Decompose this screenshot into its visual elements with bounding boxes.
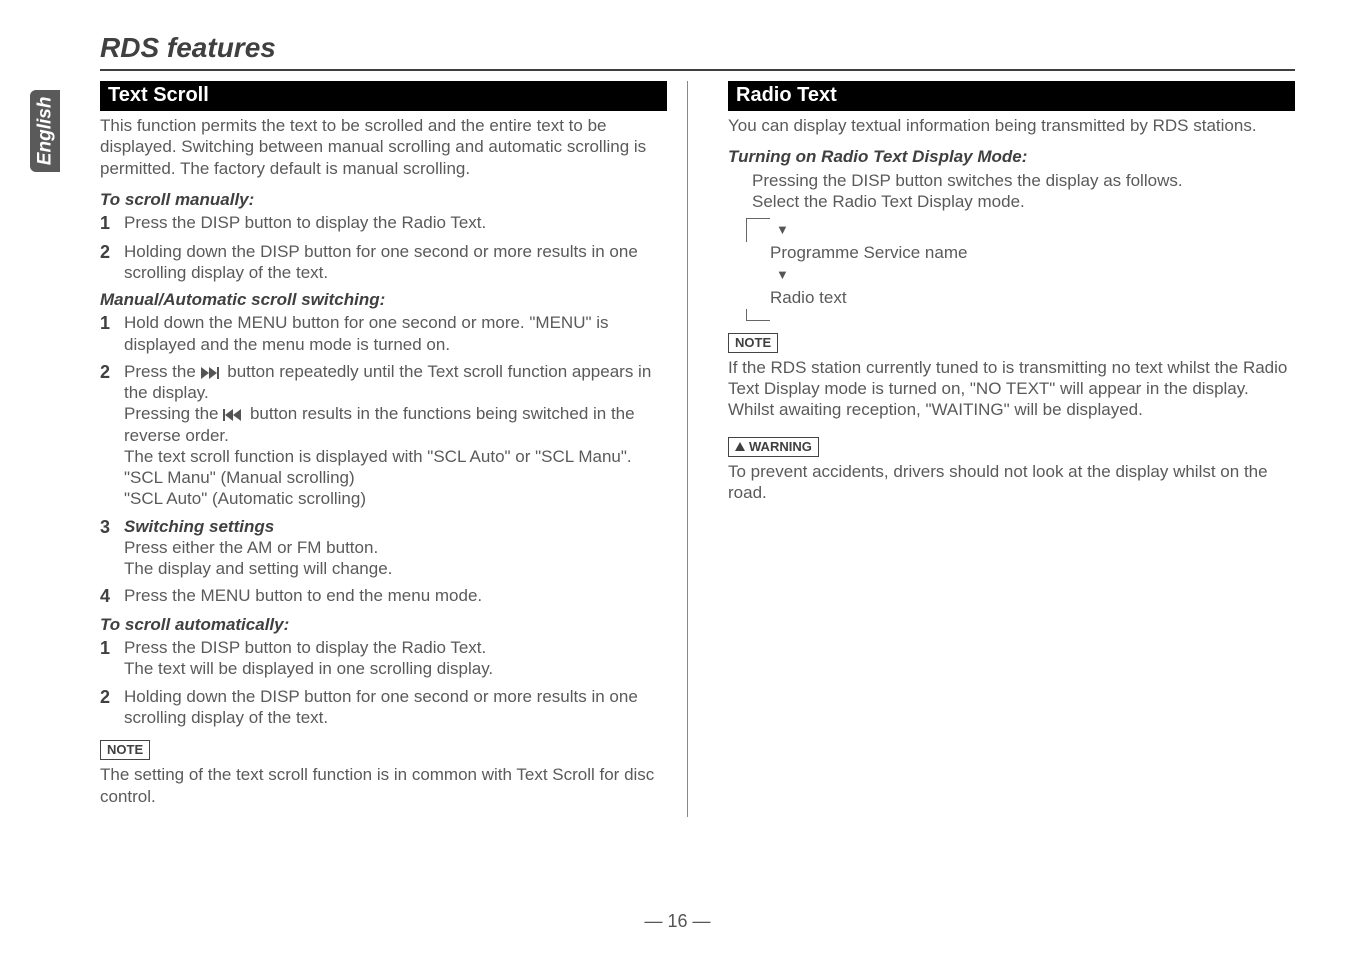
page-number: — 16 —	[0, 910, 1355, 933]
subhead-scroll-manually: To scroll manually:	[100, 189, 667, 210]
step-sm-2: 2 Holding down the DISP button for one s…	[100, 241, 667, 284]
prev-track-icon	[223, 409, 245, 421]
step-subhead: Switching settings	[124, 517, 274, 536]
page-title: RDS features	[100, 30, 1295, 71]
language-tab-text: English	[33, 97, 57, 166]
step-ma-2: 2 Press the button repeatedly until the …	[100, 361, 667, 510]
step-number: 2	[100, 361, 124, 510]
warning-label: WARNING	[728, 437, 819, 457]
text: Pressing the DISP button switches the di…	[752, 170, 1295, 191]
step-body: Press the button repeatedly until the Te…	[124, 361, 667, 510]
arrow-down-icon: ▼	[776, 222, 789, 238]
step-number: 2	[100, 686, 124, 729]
step-number: 4	[100, 585, 124, 608]
step-sm-1: 1 Press the DISP button to display the R…	[100, 212, 667, 235]
step-body: Holding down the DISP button for one sec…	[124, 686, 667, 729]
step-ma-1: 1 Hold down the MENU button for one seco…	[100, 312, 667, 355]
section-header-text-scroll: Text Scroll	[100, 81, 667, 111]
section-header-radio-text: Radio Text	[728, 81, 1295, 111]
step-number: 2	[100, 241, 124, 284]
text: "SCL Auto" (Automatic scrolling)	[124, 489, 366, 508]
step-number: 1	[100, 637, 124, 680]
step-body: Press the MENU button to end the menu mo…	[124, 585, 667, 608]
subhead-scroll-auto: To scroll automatically:	[100, 614, 667, 635]
column-right: Radio Text You can display textual infor…	[728, 81, 1295, 817]
note-body: If the RDS station currently tuned to is…	[728, 357, 1295, 421]
text: Press either the AM or FM button.	[124, 538, 378, 557]
subhead-manual-auto: Manual/Automatic scroll switching:	[100, 289, 667, 310]
text: The text scroll function is displayed wi…	[124, 447, 632, 466]
step-body: Hold down the MENU button for one second…	[124, 312, 667, 355]
note-body: The setting of the text scroll function …	[100, 764, 667, 807]
page-content: RDS features Text Scroll This function p…	[100, 30, 1295, 817]
step-number: 1	[100, 212, 124, 235]
step-ma-4: 4 Press the MENU button to end the menu …	[100, 585, 667, 608]
text: Press the DISP button to display the Rad…	[124, 638, 486, 657]
step-number: 1	[100, 312, 124, 355]
step-body: Press the DISP button to display the Rad…	[124, 212, 667, 235]
arrow-down-icon: ▼	[776, 267, 789, 283]
next-track-icon	[201, 367, 223, 379]
step-body: Switching settings Press either the AM o…	[124, 516, 667, 580]
diagram-item-2: Radio text	[770, 287, 847, 308]
step-au-1: 1 Press the DISP button to display the R…	[100, 637, 667, 680]
warning-label-text: WARNING	[749, 439, 812, 454]
text: "SCL Manu" (Manual scrolling)	[124, 468, 355, 487]
step-au-2: 2 Holding down the DISP button for one s…	[100, 686, 667, 729]
subhead-turn-on: Turning on Radio Text Display Mode:	[728, 146, 1295, 167]
column-left: Text Scroll This function permits the te…	[100, 81, 688, 817]
diagram-item-1: Programme Service name	[770, 242, 967, 263]
text: The text will be displayed in one scroll…	[124, 659, 493, 678]
display-mode-diagram: ▼ Programme Service name ▼ Radio text	[746, 218, 1295, 321]
text: The display and setting will change.	[124, 559, 392, 578]
step-ma-3: 3 Switching settings Press either the AM…	[100, 516, 667, 580]
step-body: Press the DISP button to display the Rad…	[124, 637, 667, 680]
text: Press the	[124, 362, 201, 381]
note-label: NOTE	[728, 333, 778, 353]
text: Pressing the	[124, 404, 223, 423]
intro-radio-text: You can display textual information bein…	[728, 115, 1295, 136]
intro-text-scroll: This function permits the text to be scr…	[100, 115, 667, 179]
warning-body: To prevent accidents, drivers should not…	[728, 461, 1295, 504]
note-label: NOTE	[100, 740, 150, 760]
step-number: 3	[100, 516, 124, 580]
text: Select the Radio Text Display mode.	[752, 191, 1295, 212]
step-body: Holding down the DISP button for one sec…	[124, 241, 667, 284]
language-tab: English	[30, 90, 60, 172]
